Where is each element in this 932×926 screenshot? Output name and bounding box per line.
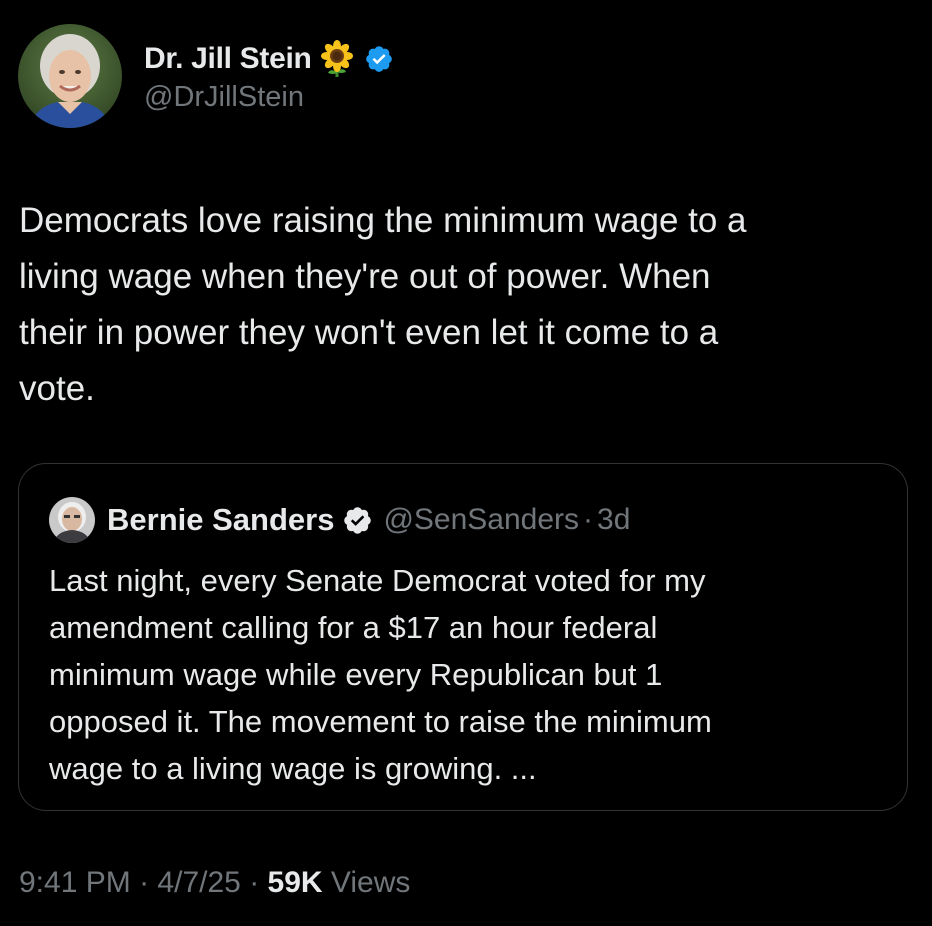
verified-badge-icon[interactable] — [364, 44, 394, 74]
meta-separator: · — [139, 866, 150, 899]
quoted-verified-badge-icon — [342, 505, 373, 536]
author-handle[interactable]: @DrJillStein — [144, 81, 394, 114]
quoted-tweet-text: Last night, every Senate Democrat voted … — [49, 563, 712, 786]
tweet-header: Dr. Jill Stein @DrJillStein — [18, 24, 394, 128]
tweet-text: Democrats love raising the minimum wage … — [19, 201, 747, 408]
quoted-author-display-name: Bernie Sanders — [107, 502, 335, 537]
author-display-name[interactable]: Dr. Jill Stein — [144, 42, 312, 76]
tweet-time[interactable]: 9:41 PM — [19, 866, 131, 899]
quoted-author-handle: @SenSanders — [383, 503, 580, 536]
meta-separator: · — [249, 866, 260, 899]
quoted-separator: · — [583, 503, 594, 536]
sunflower-icon — [318, 39, 356, 78]
tweet-meta: 9:41 PM · 4/7/25 · 59K Views — [19, 866, 410, 900]
author-avatar[interactable] — [18, 24, 122, 128]
quoted-author-avatar — [49, 497, 95, 543]
quoted-tweet-header: Bernie Sanders @SenSanders · 3d — [49, 497, 630, 543]
author-name-row: Dr. Jill Stein — [144, 39, 394, 79]
tweet-date[interactable]: 4/7/25 — [157, 866, 240, 899]
views-label: Views — [330, 866, 411, 899]
author-names: Dr. Jill Stein @DrJillStein — [144, 39, 394, 114]
views-count[interactable]: 59K — [268, 866, 323, 899]
quoted-tweet-card[interactable]: Bernie Sanders @SenSanders · 3d Last nig… — [18, 463, 908, 811]
quoted-timestamp: 3d — [597, 503, 631, 536]
